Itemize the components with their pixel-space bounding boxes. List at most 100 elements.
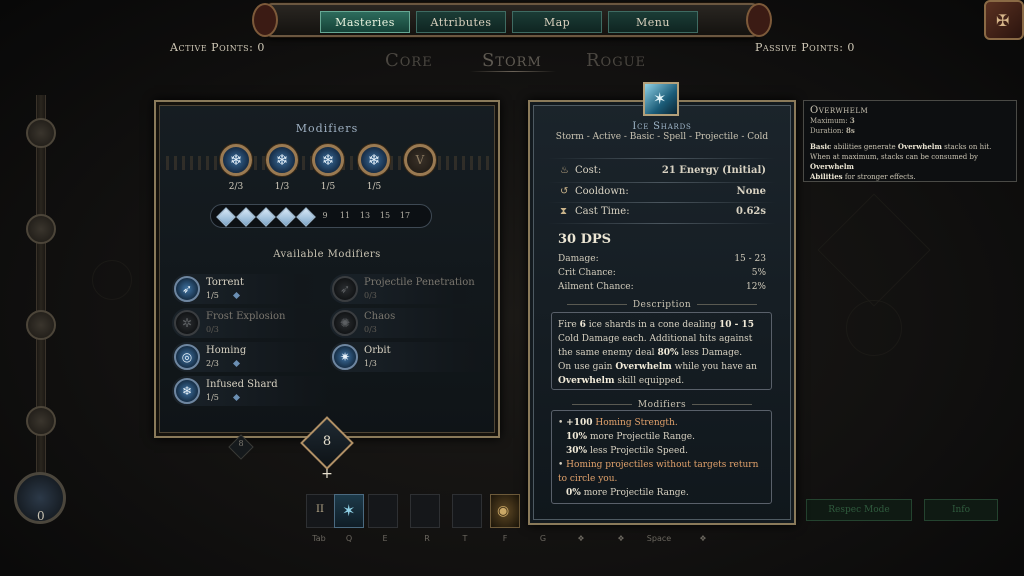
filled-diamond-icon (256, 207, 276, 227)
corner-emblem-icon[interactable]: ✠ (984, 0, 1024, 40)
chaos-icon: ✺ (332, 310, 358, 336)
hotbar-slot-tab[interactable]: II (306, 494, 336, 528)
desc-keyword[interactable]: Overwhelm (558, 376, 615, 386)
modifiers-title: Modifiers (295, 122, 359, 135)
ailment-label: Ailment Chance: (558, 282, 634, 292)
energy-icon: ♨ (560, 165, 569, 176)
modifier-count: 1/5 (206, 291, 219, 300)
key-label: Tab (312, 534, 326, 543)
level-number: 9 (322, 211, 328, 220)
effect-text: Homing Strength. (592, 418, 678, 428)
modifier-name: Infused Shard (206, 379, 278, 390)
hotbar-slot-q[interactable]: ✶ (334, 494, 364, 528)
keyword-stats: Maximum: 3 Duration: 8s (810, 116, 1010, 136)
modifier-count: 1/3 (364, 359, 377, 368)
modifier-name: Homing (206, 345, 247, 356)
tab-core[interactable]: Core (385, 50, 433, 71)
resource-orb: 0 (14, 472, 66, 524)
keyword-stat-label: Maximum: (810, 117, 850, 125)
keyword-stat-label: Duration: (810, 127, 846, 135)
tab-storm[interactable]: Storm (482, 50, 542, 71)
modifier-name: Orbit (364, 345, 391, 356)
nav-masteries-button[interactable]: Masteries (320, 11, 410, 33)
key-label: G (539, 534, 547, 543)
background-ornament (92, 260, 132, 300)
hotbar-slot-f[interactable]: ◉ (490, 494, 520, 528)
desc-text: less Damage. (678, 348, 743, 358)
locked-icon[interactable]: V (404, 144, 436, 176)
desc-text: ice shards in a cone dealing (585, 320, 720, 330)
desc-text: while you have an (671, 362, 757, 372)
ring-icon: ◉ (497, 503, 510, 519)
ice-shards-icon: ✶ (643, 82, 679, 116)
modifier-projectile-penetration[interactable]: ➶ Projectile Penetration 0/3 (330, 274, 488, 304)
effect-text: more Projectile Range. (580, 488, 689, 498)
filled-diamond-icon (236, 207, 256, 227)
mouse-icon: ❖ (617, 534, 625, 543)
damage-value: 15 - 23 (734, 254, 766, 264)
keyword-description: Basic abilities generate Overwhelm stack… (810, 142, 1010, 182)
stat-cost: ♨ Cost: 21 Energy (Initial) (560, 165, 766, 181)
add-point-button[interactable]: + (318, 466, 336, 482)
crit-value: 5% (751, 268, 766, 278)
modifier-orbit[interactable]: ✷ Orbit 1/3 (330, 342, 488, 372)
modifier-name: Torrent (206, 277, 244, 288)
nav-ornament-left (252, 3, 278, 37)
modifier-torrent[interactable]: ➶ Torrent 1/5 (172, 274, 330, 304)
level-number: 17 (399, 211, 411, 220)
stat-value: 21 Energy (Initial) (661, 165, 766, 176)
modifier-count: 0/3 (364, 325, 377, 334)
frost-explosion-icon: ✲ (174, 310, 200, 336)
modifier-effect: 10% more Projectile Range. (558, 430, 765, 444)
crit-line: Crit Chance: 5% (558, 268, 766, 278)
level-track: 9 11 13 15 17 (210, 204, 432, 228)
key-label: Space (646, 534, 672, 543)
filled-diamond-icon (296, 207, 316, 227)
desc-number: 10 - 15 (719, 320, 755, 330)
nav-map-button[interactable]: Map (512, 11, 602, 33)
keyword-text: When at maximum, stacks can be consumed … (810, 153, 978, 161)
mouse-icon: ❖ (699, 534, 707, 543)
small-points-value: 8 (238, 439, 244, 448)
respec-mode-button[interactable]: Respec Mode (806, 499, 912, 521)
modifier-effect: • +100 Homing Strength. (558, 418, 678, 428)
effect-value: 10% (566, 432, 588, 442)
divider (548, 158, 776, 159)
modifier-chaos[interactable]: ✺ Chaos 0/3 (330, 308, 488, 338)
active-tab-underline (470, 71, 556, 72)
snowflake-icon[interactable]: ❄ (312, 144, 344, 176)
background-ornament (817, 193, 931, 307)
modifier-slot-count: 1/5 (320, 182, 336, 192)
modifier-homing[interactable]: ◎ Homing 2/3 (172, 342, 330, 372)
info-button[interactable]: Info (924, 499, 998, 521)
desc-keyword[interactable]: Overwhelm (615, 362, 672, 372)
stat-cooldown: ↺ Cooldown: None (560, 186, 766, 202)
effect-value: 30% (566, 446, 588, 456)
point-pip-icon (232, 393, 241, 402)
hotbar-slot-r[interactable] (410, 494, 440, 528)
stat-cast-time: ⧗ Cast Time: 0.62s (560, 206, 766, 222)
snowflake-icon[interactable]: ❄ (358, 144, 390, 176)
stat-label: Cooldown: (575, 186, 629, 197)
nav-menu-button[interactable]: Menu (608, 11, 698, 33)
snowflake-icon[interactable]: ❄ (266, 144, 298, 176)
background-ornament (846, 300, 902, 356)
nav-attributes-button[interactable]: Attributes (416, 11, 506, 33)
stat-value: 0.62s (736, 206, 766, 217)
divider (548, 223, 776, 224)
tab-rogue[interactable]: Rogue (586, 50, 646, 71)
hotbar-slot-e[interactable] (368, 494, 398, 528)
modifier-infused-shard[interactable]: ❄ Infused Shard 1/5 (172, 376, 330, 406)
snowflake-icon[interactable]: ❄ (220, 144, 252, 176)
hotbar-slot-t[interactable] (452, 494, 482, 528)
key-label: T (462, 534, 468, 543)
description-title: Description (528, 300, 796, 310)
keyword-text: abilities generate (831, 143, 898, 151)
skill-tags: Storm - Active - Basic - Spell - Project… (555, 132, 769, 142)
torrent-icon: ➶ (174, 276, 200, 302)
desc-text: Fire (558, 320, 580, 330)
modifier-frost-explosion[interactable]: ✲ Frost Explosion 0/3 (172, 308, 330, 338)
pillar-node (26, 214, 56, 244)
keyword-stat-value: 3 (849, 116, 855, 125)
modifiers-panel: Modifiers ❄ 2/3 ❄ 1/3 ❄ 1/5 ❄ 1/5 V 9 11… (154, 100, 500, 438)
